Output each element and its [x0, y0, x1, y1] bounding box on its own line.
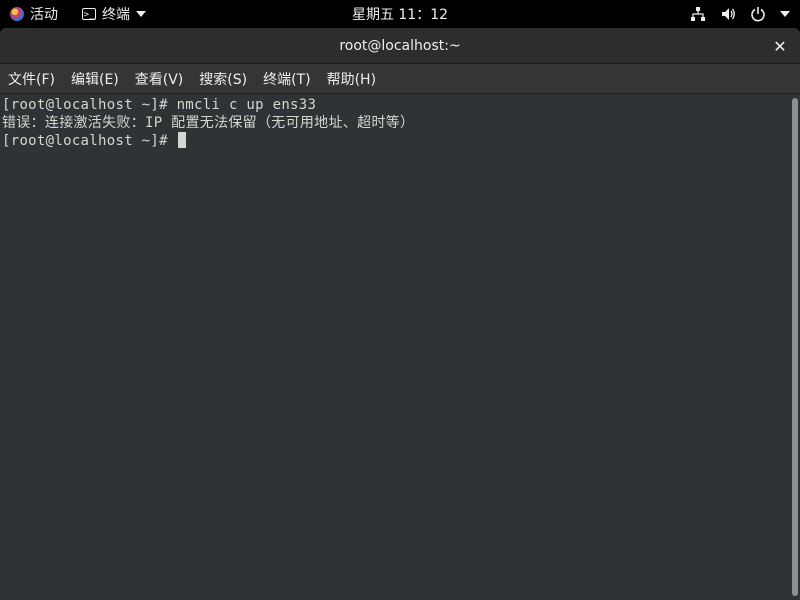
- terminal-output[interactable]: [root@localhost ~]# nmcli c up ens33 错误：…: [0, 95, 790, 600]
- network-icon: [691, 7, 705, 21]
- system-status-area[interactable]: [690, 0, 790, 28]
- menu-edit[interactable]: 编辑(E): [71, 67, 119, 91]
- volume-icon: [722, 8, 735, 20]
- close-button[interactable]: ✕: [770, 36, 790, 56]
- scrollbar-thumb[interactable]: [792, 98, 798, 596]
- clock-label: 星期五 11：12: [351, 7, 449, 23]
- terminal-line: 错误：连接激活失败：IP 配置无法保留（无可用地址、超时等）: [2, 115, 415, 131]
- clock-button[interactable]: 星期五 11：12: [0, 0, 800, 28]
- terminal-scrollbar[interactable]: [790, 95, 800, 600]
- window-titlebar[interactable]: root@localhost:~ ✕: [0, 28, 800, 64]
- menu-file[interactable]: 文件(F): [8, 67, 55, 91]
- menu-terminal[interactable]: 终端(T): [263, 67, 310, 91]
- menu-search[interactable]: 搜索(S): [199, 67, 247, 91]
- terminal-prompt-line: [root@localhost ~]#: [2, 132, 790, 150]
- power-icon: [751, 7, 765, 22]
- menu-view[interactable]: 查看(V): [135, 67, 184, 91]
- menu-help[interactable]: 帮助(H): [327, 67, 376, 91]
- text-cursor: [177, 132, 186, 148]
- terminal-line: [root@localhost ~]# nmcli c up ens33: [2, 97, 317, 113]
- close-icon: ✕: [773, 36, 787, 56]
- terminal-prompt: [root@localhost ~]#: [2, 133, 177, 149]
- window-title: root@localhost:~: [339, 37, 461, 54]
- menu-bar: 文件(F) 编辑(E) 查看(V) 搜索(S) 终端(T) 帮助(H): [0, 64, 800, 94]
- gnome-top-bar: 活动 >_ 终端 星期五 11：12: [0, 0, 800, 28]
- system-menu-caret-icon: [780, 11, 790, 17]
